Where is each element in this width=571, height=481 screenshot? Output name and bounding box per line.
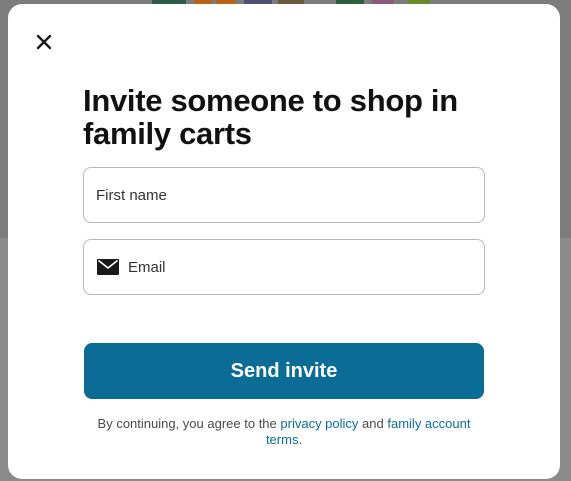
mail-icon — [97, 259, 119, 275]
legal-suffix: . — [298, 432, 303, 447]
modal-title: Invite someone to shop in family carts — [83, 83, 458, 151]
legal-connector: and — [362, 416, 384, 431]
legal-notice: By continuing, you agree to the privacy … — [83, 416, 485, 448]
send-invite-button[interactable]: Send invite — [84, 343, 484, 399]
email-field[interactable] — [83, 239, 485, 295]
first-name-field[interactable] — [83, 167, 485, 223]
first-name-input[interactable] — [84, 168, 484, 222]
email-input[interactable] — [128, 240, 484, 294]
close-icon[interactable] — [36, 34, 52, 50]
close-button[interactable] — [32, 30, 56, 54]
privacy-policy-link[interactable]: privacy policy — [280, 416, 358, 431]
send-invite-label: Send invite — [230, 359, 338, 382]
invite-modal: Invite someone to shop in family carts S… — [8, 4, 560, 479]
legal-prefix: By continuing, you agree to the — [97, 416, 277, 431]
